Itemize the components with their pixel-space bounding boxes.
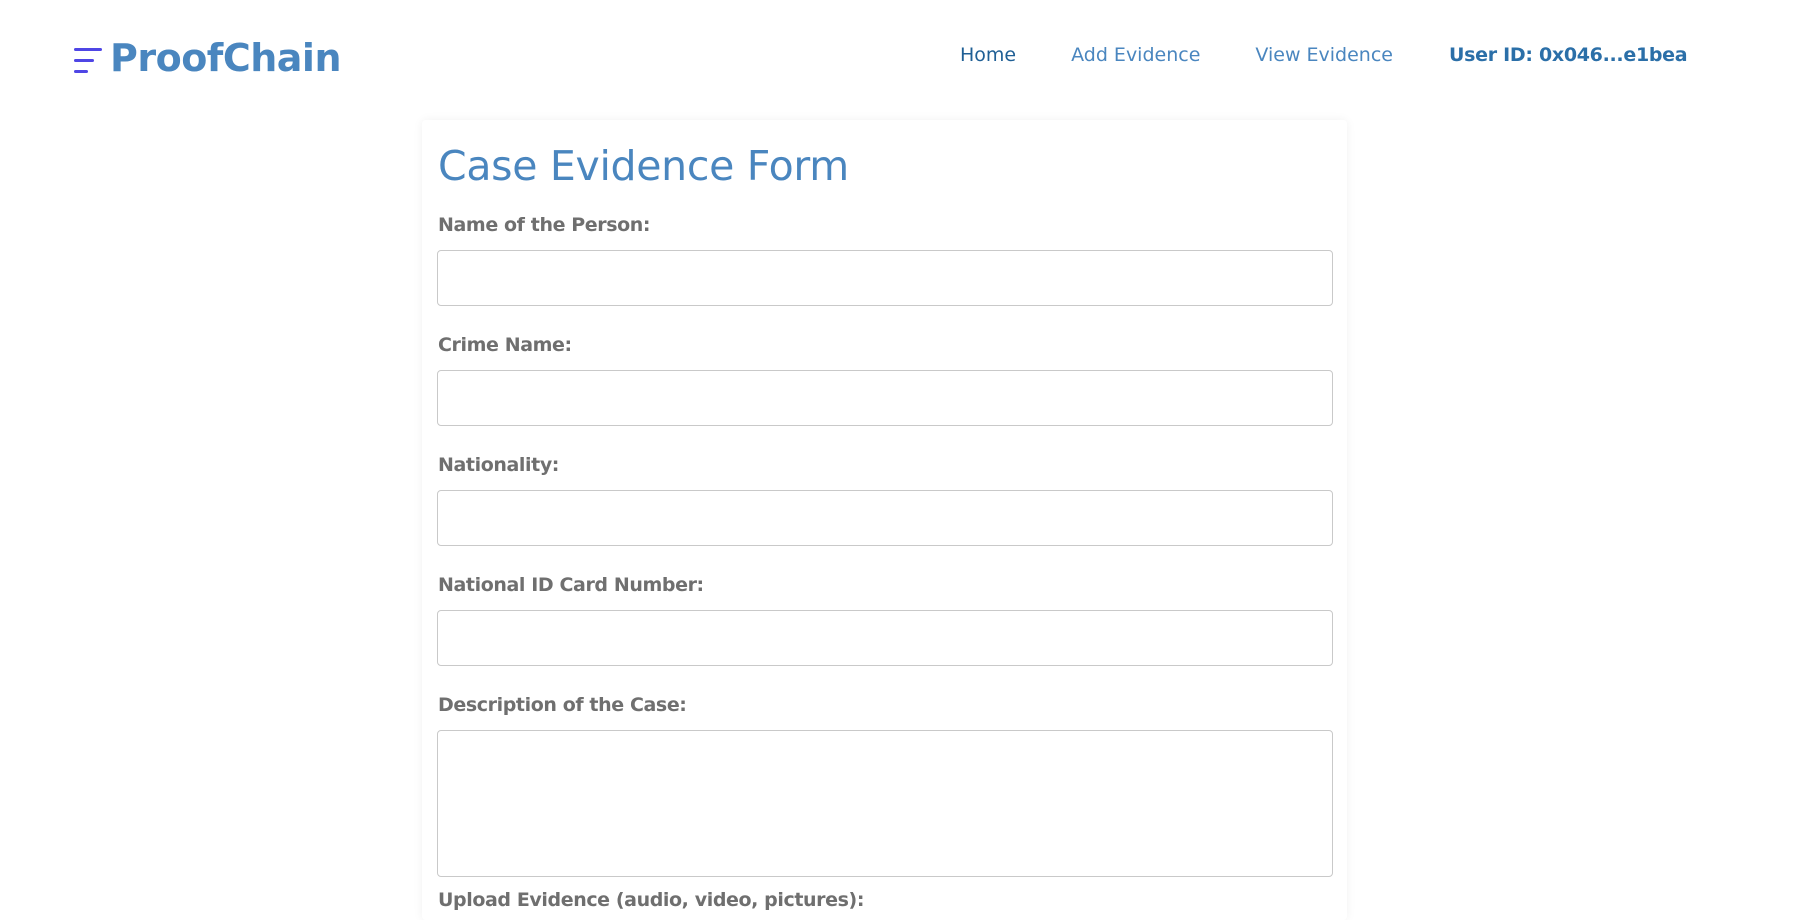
name-label: Name of the Person: bbox=[438, 214, 651, 236]
nav-links: Home Add Evidence View Evidence bbox=[960, 44, 1448, 66]
nav-link-view-evidence[interactable]: View Evidence bbox=[1255, 44, 1393, 66]
user-id: User ID: 0x046...e1bea bbox=[1449, 44, 1688, 66]
upload-evidence-label: Upload Evidence (audio, video, pictures)… bbox=[438, 889, 865, 911]
navbar: ProofChain Home Add Evidence View Eviden… bbox=[0, 0, 1801, 120]
nationality-label: Nationality: bbox=[438, 454, 560, 476]
name-input[interactable] bbox=[437, 250, 1333, 306]
nav-link-home[interactable]: Home bbox=[960, 44, 1016, 66]
crime-name-label: Crime Name: bbox=[438, 334, 572, 356]
description-textarea[interactable] bbox=[437, 730, 1333, 877]
national-id-input[interactable] bbox=[437, 610, 1333, 666]
nationality-input[interactable] bbox=[437, 490, 1333, 546]
form-title: Case Evidence Form bbox=[438, 142, 849, 190]
national-id-label: National ID Card Number: bbox=[438, 574, 704, 596]
description-label: Description of the Case: bbox=[438, 694, 687, 716]
menu-lines-icon[interactable] bbox=[74, 40, 102, 76]
nav-link-add-evidence[interactable]: Add Evidence bbox=[1071, 44, 1200, 66]
crime-name-input[interactable] bbox=[437, 370, 1333, 426]
brand-logo[interactable]: ProofChain bbox=[74, 34, 342, 82]
case-evidence-form: Case Evidence Form Name of the Person: C… bbox=[422, 120, 1347, 920]
brand-name: ProofChain bbox=[110, 36, 342, 80]
